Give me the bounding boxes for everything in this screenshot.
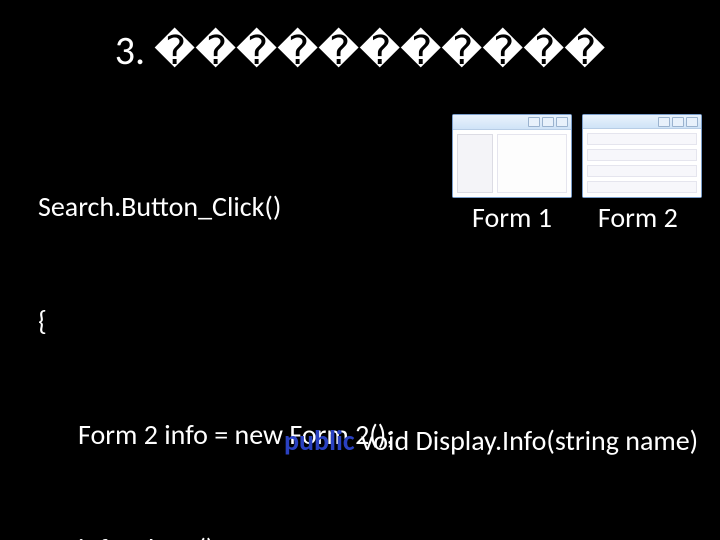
code1-line-2: {	[38, 302, 429, 340]
form2-row	[587, 133, 697, 145]
window-button-icon	[556, 117, 568, 127]
code1-line-1: Search.Button_Click()	[38, 188, 429, 226]
window-button-icon	[542, 117, 554, 127]
code-block-2: public void Display.Info(string name) { …	[284, 346, 698, 540]
form2-row	[587, 165, 697, 177]
form2-row	[587, 181, 697, 193]
form2-row	[587, 149, 697, 161]
form1-titlebar	[453, 115, 571, 130]
form2-titlebar	[583, 115, 701, 129]
window-button-icon	[528, 117, 540, 127]
form2-body	[583, 129, 701, 197]
form1-left-panel	[457, 134, 493, 193]
slide-title: 3. �����������	[0, 26, 720, 75]
code2-signature: public void Display.Info(string name)	[284, 422, 698, 460]
window-thumbnails	[452, 114, 702, 198]
code2-open-brace: {	[284, 536, 698, 540]
window-button-icon	[672, 117, 684, 127]
window-button-icon	[686, 117, 698, 127]
code2-sig-rest: void Display.Info(string name)	[355, 423, 699, 458]
form2-thumbnail	[582, 114, 702, 198]
form1-right-panel	[497, 134, 567, 193]
form-labels: Form 1 Form 2	[472, 200, 678, 235]
window-button-icon	[658, 117, 670, 127]
form1-label: Form 1	[472, 200, 552, 235]
keyword-public: public	[284, 423, 355, 458]
form1-thumbnail	[452, 114, 572, 198]
form2-label: Form 2	[598, 200, 678, 235]
form1-body	[453, 130, 571, 197]
